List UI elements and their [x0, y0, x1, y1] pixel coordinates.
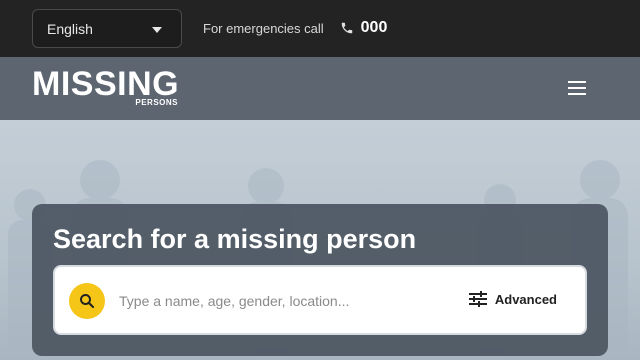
- phone-icon: [341, 22, 352, 34]
- top-bar: English For emergencies call 000: [0, 0, 640, 57]
- sliders-icon: [468, 291, 487, 307]
- advanced-label: Advanced: [494, 291, 557, 307]
- language-select[interactable]: English: [32, 9, 182, 48]
- search-box: Advanced: [53, 265, 587, 335]
- menu-icon[interactable]: [568, 81, 588, 97]
- logo-sub-text: PERSONS: [135, 98, 178, 107]
- emergency-number[interactable]: 000: [361, 19, 388, 37]
- search-input[interactable]: [119, 289, 399, 313]
- search-button[interactable]: [69, 283, 105, 319]
- site-logo[interactable]: MISSING PERSONS: [32, 65, 182, 113]
- emergency-contact: For emergencies call 000: [203, 19, 387, 37]
- emergency-label: For emergencies call: [203, 20, 324, 36]
- main-navbar: MISSING PERSONS: [0, 57, 640, 120]
- search-icon: [80, 294, 95, 309]
- chevron-down-icon: [152, 27, 162, 33]
- advanced-search-button[interactable]: Advanced: [468, 291, 557, 307]
- search-title: Search for a missing person: [53, 224, 417, 254]
- language-select-value: English: [47, 20, 93, 37]
- search-card: Search for a missing person Advanced: [32, 204, 608, 356]
